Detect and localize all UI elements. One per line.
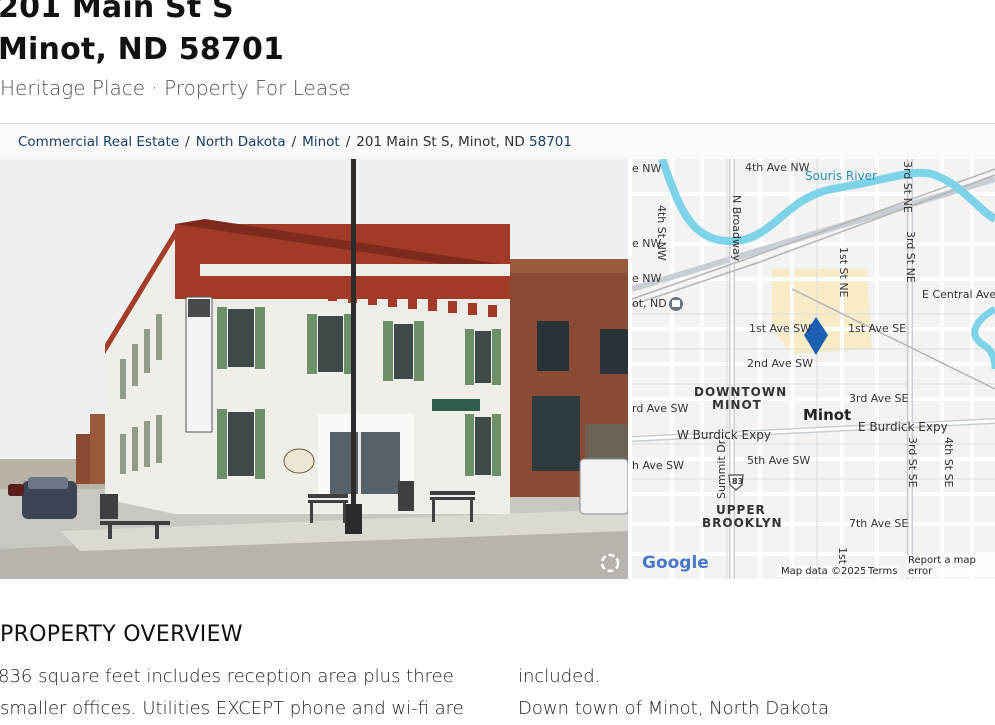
page-title-city: Minot, ND 58701 [0, 32, 285, 67]
breadcrumb-link-north-dakota[interactable]: North Dakota [196, 134, 286, 150]
map-label: Summit Dr [715, 439, 728, 499]
map-label: 1st Ave SW [749, 322, 812, 335]
map-label: E Central Ave [922, 288, 995, 301]
map-label: 1st St NE [837, 247, 850, 298]
location-map[interactable]: 4th Ave NW Souris River e NW e NW e NW o… [632, 159, 995, 579]
breadcrumb-current-zip: 58701 [529, 134, 572, 150]
map-label: 1st Ave SE [848, 322, 907, 335]
overview-text-line: 836 square feet includes reception area … [0, 666, 454, 687]
photo-watermark-icon [600, 553, 620, 573]
breadcrumb-current: 201 Main St S, Minot, ND [356, 134, 530, 150]
map-label: ot, ND [632, 297, 667, 310]
page-title-address: 201 Main St S [0, 0, 234, 25]
map-label: e NW [632, 162, 662, 175]
breadcrumb-link-minot[interactable]: Minot [302, 134, 340, 150]
map-label: 2nd Ave SW [747, 357, 813, 370]
overview-text-line: included. [518, 666, 601, 687]
google-logo: Google [642, 553, 709, 573]
map-label-city: Minot [803, 406, 852, 424]
map-data-attribution: Map data ©2025 [778, 566, 870, 577]
map-label: 3rd St SE [906, 437, 919, 488]
breadcrumb-bar: Commercial Real Estate / North Dakota / Mino… [0, 123, 995, 160]
page-subtitle: Heritage Place · Property For Lease [0, 76, 351, 100]
map-label: 3rd Ave SE [849, 392, 909, 405]
map-label: 1st [836, 547, 849, 565]
map-highway-shield-label: 83 [732, 477, 744, 486]
map-label: h Ave SW [632, 459, 684, 472]
map-label: MINOT [712, 398, 762, 412]
map-label: 5th Ave SW [747, 454, 811, 467]
breadcrumb-separator: / [291, 134, 297, 150]
map-label: 7th Ave SE [849, 517, 909, 530]
map-label: e NW [632, 272, 662, 285]
map-label: UPPER [716, 503, 766, 517]
map-label: 4th St NW [655, 205, 668, 261]
overview-text-line: Down town of Minot, North Dakota [518, 698, 830, 719]
breadcrumb-separator: / [185, 134, 190, 150]
map-label: BROOKLYN [702, 516, 783, 530]
breadcrumb: Commercial Real Estate / North Dakota / Mino… [18, 134, 572, 150]
building-illustration [0, 159, 628, 579]
map-label: 4th St SE [942, 437, 955, 488]
section-title-property-overview: PROPERTY OVERVIEW [0, 622, 243, 647]
map-label: DOWNTOWN [694, 385, 788, 399]
map-label: E Burdick Expy [858, 420, 948, 434]
map-label: 3rd St NE [904, 231, 917, 283]
breadcrumb-separator: / [345, 134, 351, 150]
map-report-error-link[interactable]: Report a map error [905, 555, 995, 577]
map-terms-link[interactable]: Terms [865, 566, 901, 577]
map-canvas [632, 159, 995, 579]
map-label-river: Souris River [805, 169, 877, 183]
breadcrumb-link-commercial-real-estate[interactable]: Commercial Real Estate [18, 134, 179, 150]
overview-text-line: smaller offices. Utilities EXCEPT phone … [0, 698, 464, 719]
map-label: 3rd St NE [901, 161, 914, 213]
map-label: 4th Ave NW [745, 161, 810, 174]
map-label: N Broadway [730, 195, 743, 262]
map-label: rd Ave SW [632, 402, 689, 415]
property-photo[interactable] [0, 159, 628, 579]
